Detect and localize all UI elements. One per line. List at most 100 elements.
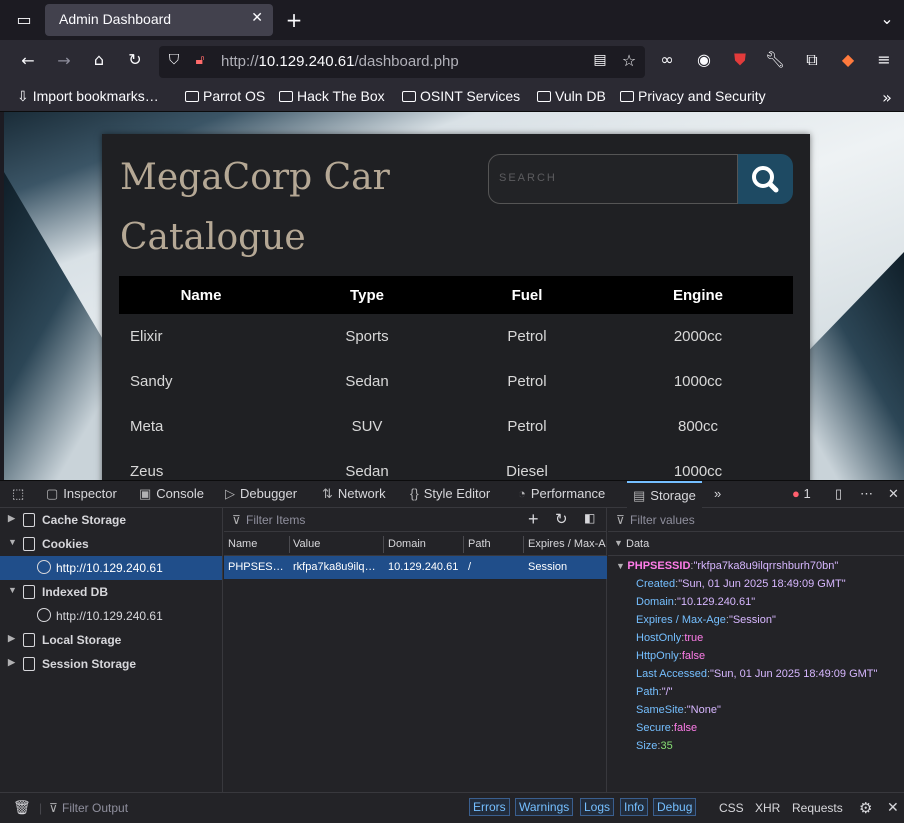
cell-engine: 1000cc <box>673 463 723 480</box>
bookmark-privacy-security[interactable]: Privacy and Security <box>620 88 766 104</box>
filter-items-input[interactable]: ⊽ Filter Items + ↻ ◧ <box>224 508 607 532</box>
url-bar[interactable]: ⛉ 🔓︎ http://10.129.240.61/dashboard.php … <box>159 46 645 78</box>
data-last-accessed[interactable]: Last Accessed:"Sun, 01 Jun 2025 18:49:09… <box>636 668 877 680</box>
data-created[interactable]: Created:"Sun, 01 Jun 2025 18:49:09 GMT" <box>636 578 846 590</box>
bookmark-import[interactable]: ⇩ Import bookmarks… <box>17 88 159 105</box>
filter-css[interactable]: CSS <box>716 800 747 816</box>
filter-logs[interactable]: Logs <box>580 798 615 816</box>
reader-view-icon[interactable]: ▤ <box>589 52 611 68</box>
column-header-value[interactable]: Value <box>293 538 383 550</box>
expand-arrow-icon[interactable]: ▶ <box>8 513 15 524</box>
cookie-row[interactable]: PHPSESSID rkfpa7ka8u9ilqrrshburh70bn 10.… <box>224 556 607 579</box>
tab-style-editor[interactable]: {} Style Editor <box>410 486 490 501</box>
toggle-sidebar-icon[interactable]: ◧ <box>584 511 595 525</box>
new-tab-icon[interactable]: + <box>283 8 305 32</box>
tree-cache-storage[interactable]: ▶ Cache Storage <box>0 508 222 532</box>
url-host: 10.129.240.61 <box>258 53 355 70</box>
cookie-expires: Session <box>528 561 568 573</box>
tab-bar: ▭ Admin Dashboard ✕ + ⌄ <box>0 0 904 40</box>
more-tools-icon[interactable]: » <box>714 486 721 501</box>
more-bookmarks-icon[interactable]: » <box>876 88 898 107</box>
element-picker-icon[interactable]: ⬚ <box>12 486 24 502</box>
tree-indexed-db-host[interactable]: http://10.129.240.61 <box>0 604 222 628</box>
console-settings-icon[interactable]: ⚙ <box>856 798 875 818</box>
wrench-icon[interactable]: 🔧︎ <box>764 50 786 69</box>
expand-arrow-icon[interactable]: ▶ <box>8 657 15 668</box>
filter-requests[interactable]: Requests <box>789 800 846 816</box>
filter-values-input[interactable]: ⊽ Filter values <box>608 508 904 532</box>
foxyproxy-icon[interactable]: ◆ <box>837 50 859 69</box>
shield-icon[interactable]: ⛉ <box>163 52 185 68</box>
tree-local-storage[interactable]: ▶ Local Storage <box>0 628 222 652</box>
collapse-arrow-icon[interactable]: ▼ <box>8 585 17 595</box>
tab-storage[interactable]: ▤ Storage <box>627 481 702 508</box>
column-header-path[interactable]: Path <box>468 538 520 550</box>
forward-icon[interactable]: → <box>53 51 75 70</box>
bookmark-hack-the-box[interactable]: Hack The Box <box>279 88 385 104</box>
search-input[interactable]: SEARCH <box>488 154 738 204</box>
devtools-options-icon[interactable]: ⋯ <box>860 486 873 502</box>
data-samesite[interactable]: SameSite:"None" <box>636 704 721 716</box>
bookmark-vuln-db[interactable]: Vuln DB <box>537 88 606 104</box>
data-path[interactable]: Path:"/" <box>636 686 673 698</box>
database-icon <box>23 585 35 599</box>
tab-console[interactable]: ▣ Console <box>139 486 204 502</box>
collapse-arrow-icon[interactable]: ▼ <box>8 537 17 547</box>
column-header-name[interactable]: Name <box>228 538 286 550</box>
menu-icon[interactable]: ≡ <box>873 50 895 69</box>
search-button[interactable] <box>738 154 793 204</box>
column-header-domain[interactable]: Domain <box>388 538 462 550</box>
data-hostonly[interactable]: HostOnly:true <box>636 632 703 644</box>
column-header-fuel: Fuel <box>451 276 603 314</box>
tab-performance[interactable]: ◔ Performance <box>518 486 605 501</box>
ublock-icon[interactable]: ⛊ <box>729 50 751 70</box>
url-text[interactable]: http://10.129.240.61/dashboard.php <box>221 53 459 70</box>
close-split-console-icon[interactable]: ✕ <box>884 798 902 817</box>
extensions-icon[interactable]: ⧉ <box>801 50 823 70</box>
error-count-badge[interactable]: ● 1 <box>792 486 811 501</box>
filter-xhr[interactable]: XHR <box>752 800 783 816</box>
browser-tab[interactable]: Admin Dashboard ✕ <box>45 4 273 36</box>
tab-inspector[interactable]: ▢ Inspector <box>46 486 117 502</box>
bookmark-parrot-os[interactable]: Parrot OS <box>185 88 265 104</box>
chevron-down-icon[interactable]: ⌄ <box>876 9 898 28</box>
close-devtools-icon[interactable]: ✕ <box>888 486 899 502</box>
expand-arrow-icon[interactable]: ▶ <box>8 633 15 644</box>
trash-icon[interactable]: 🗑︎ <box>10 798 34 817</box>
filter-debug[interactable]: Debug <box>653 798 697 816</box>
tree-session-storage[interactable]: ▶ Session Storage <box>0 652 222 676</box>
column-header-expires[interactable]: Expires / Max-Age <box>528 538 606 550</box>
tab-debugger[interactable]: ▷ Debugger <box>225 486 297 502</box>
data-httponly[interactable]: HttpOnly:false <box>636 650 705 662</box>
tree-cookies[interactable]: ▼ Cookies <box>0 532 222 556</box>
bookmark-star-icon[interactable]: ☆ <box>618 51 640 70</box>
filter-info[interactable]: Info <box>620 798 649 816</box>
data-cookie-root[interactable]: ▼ PHPSESSID:"rkfpa7ka8u9ilqrrshburh70bn" <box>616 560 838 572</box>
cell-type: Sedan <box>345 373 389 390</box>
performance-icon: ◔ <box>518 486 526 501</box>
add-item-icon[interactable]: + <box>528 509 539 530</box>
private-mask-icon[interactable]: ∞ <box>656 50 678 69</box>
tab-manager-icon[interactable]: ▭ <box>13 10 35 29</box>
data-domain[interactable]: Domain:"10.129.240.61" <box>636 596 755 608</box>
refresh-icon[interactable]: ↻ <box>555 510 568 528</box>
data-section-header[interactable]: ▼ Data <box>608 533 904 556</box>
close-tab-icon[interactable]: ✕ <box>251 10 263 26</box>
tree-cookies-host[interactable]: http://10.129.240.61 <box>0 556 222 580</box>
data-expires[interactable]: Expires / Max-Age:"Session" <box>636 614 776 626</box>
filter-errors[interactable]: Errors <box>469 798 510 816</box>
filter-warnings[interactable]: Warnings <box>515 798 574 816</box>
dock-side-icon[interactable]: ▯ <box>835 486 842 502</box>
tree-indexed-db[interactable]: ▼ Indexed DB <box>0 580 222 604</box>
tab-network[interactable]: ⇅ Network <box>322 486 386 502</box>
data-secure[interactable]: Secure:false <box>636 722 697 734</box>
data-size[interactable]: Size:35 <box>636 740 673 752</box>
home-icon[interactable]: ⌂ <box>88 50 110 69</box>
account-icon[interactable]: ◉ <box>693 50 715 69</box>
reload-icon[interactable]: ↻ <box>124 50 146 69</box>
cookie-table-pane: ⊽ Filter Items + ↻ ◧ Name Value Domain P… <box>224 508 607 792</box>
insecure-lock-icon[interactable]: 🔓︎ <box>189 52 211 68</box>
bookmark-osint-services[interactable]: OSINT Services <box>402 88 520 104</box>
back-icon[interactable]: ← <box>17 51 39 70</box>
filter-output-input[interactable]: Filter Output <box>59 800 131 816</box>
